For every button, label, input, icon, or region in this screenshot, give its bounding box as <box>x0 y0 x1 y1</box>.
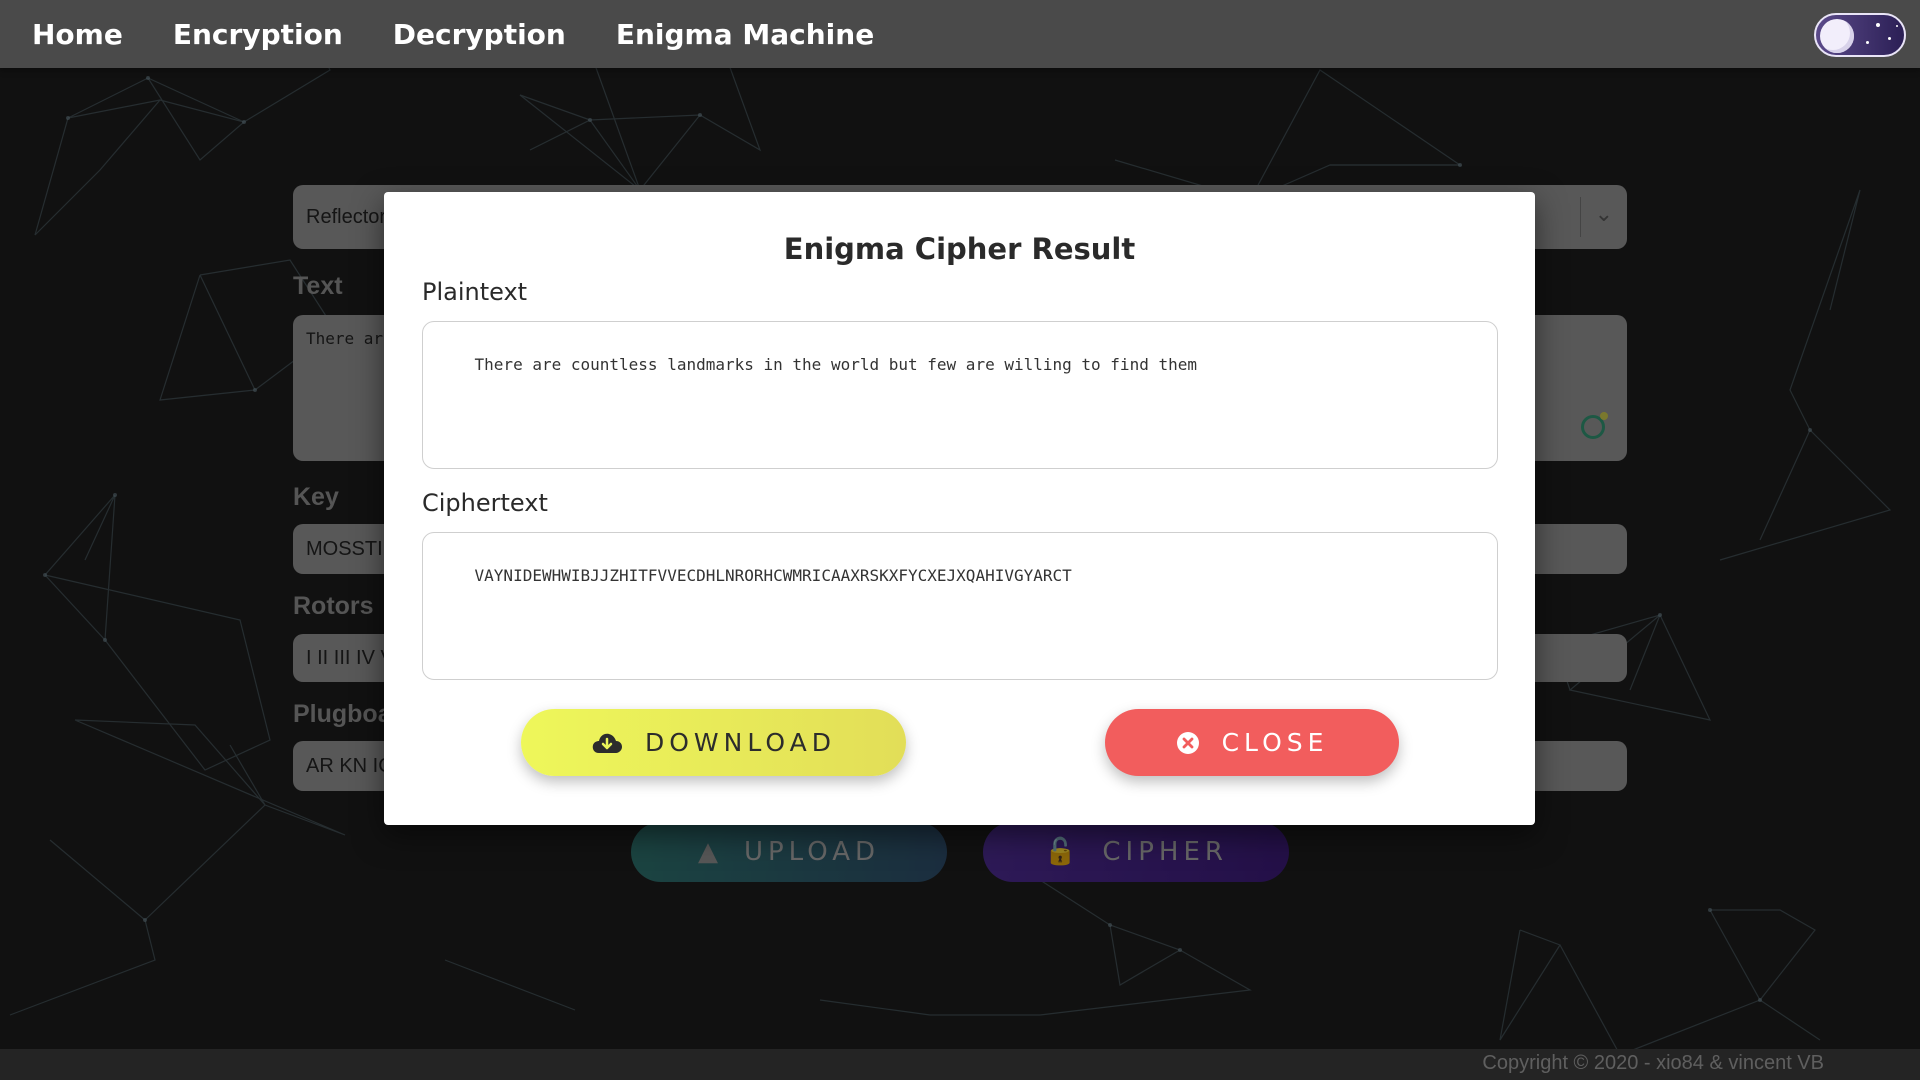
star-icon <box>1866 41 1869 44</box>
cipher-result-modal: Enigma Cipher Result Plaintext There are… <box>384 192 1535 825</box>
close-button-label: CLOSE <box>1221 728 1329 757</box>
ciphertext-output-value: VAYNIDEWHWIBJJZHITFVVECDHLNRORHCWMRICAAX… <box>474 566 1072 585</box>
ciphertext-label: Ciphertext <box>422 489 548 517</box>
close-button[interactable]: CLOSE <box>1105 709 1399 776</box>
close-circle-icon <box>1176 731 1200 755</box>
nav-encryption[interactable]: Encryption <box>173 18 343 51</box>
cloud-download-icon <box>591 731 623 755</box>
download-button[interactable]: DOWNLOAD <box>521 709 906 776</box>
nav-home[interactable]: Home <box>32 18 123 51</box>
top-navbar: Home Encryption Decryption Enigma Machin… <box>0 0 1920 68</box>
star-icon <box>1896 25 1898 27</box>
plaintext-output[interactable]: There are countless landmarks in the wor… <box>422 321 1498 469</box>
nav-enigma-machine[interactable]: Enigma Machine <box>616 18 874 51</box>
download-button-label: DOWNLOAD <box>645 728 836 757</box>
plaintext-label: Plaintext <box>422 278 528 306</box>
nav-decryption[interactable]: Decryption <box>393 18 566 51</box>
theme-toggle[interactable] <box>1814 13 1906 57</box>
plaintext-output-value: There are countless landmarks in the wor… <box>474 355 1197 374</box>
star-icon <box>1876 23 1880 27</box>
modal-title: Enigma Cipher Result <box>783 232 1136 266</box>
ciphertext-output[interactable]: VAYNIDEWHWIBJJZHITFVVECDHLNRORHCWMRICAAX… <box>422 532 1498 680</box>
moon-icon <box>1820 19 1854 53</box>
star-icon <box>1888 37 1891 40</box>
